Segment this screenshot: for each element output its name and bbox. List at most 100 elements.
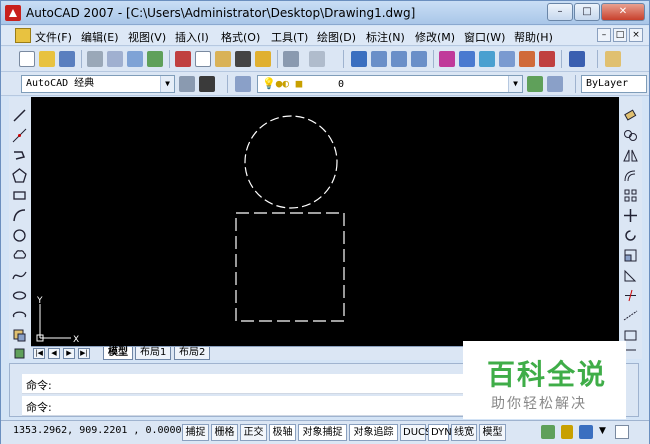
layer-properties-icon[interactable]: [235, 76, 251, 92]
layer-select[interactable]: 💡●◐ ■ 0 ▼: [257, 75, 523, 93]
insert-block-icon[interactable]: [12, 328, 27, 343]
menu-edit[interactable]: 编辑(E): [81, 29, 119, 45]
pan-icon[interactable]: [351, 51, 367, 67]
lineweight-button[interactable]: 线宽: [451, 424, 477, 441]
menu-window[interactable]: 窗口(W): [464, 29, 505, 45]
menu-dimension[interactable]: 标注(N): [366, 29, 405, 45]
trim-icon[interactable]: [623, 288, 638, 303]
coordinates-readout[interactable]: 1353.2962, 909.2201 , 0.0000: [13, 425, 182, 436]
menu-draw[interactable]: 绘图(D): [317, 29, 356, 45]
cut-icon[interactable]: [175, 51, 191, 67]
sheet-set-icon[interactable]: [499, 51, 515, 67]
ducs-button[interactable]: DUCS: [400, 424, 431, 441]
arc-icon[interactable]: [12, 208, 27, 223]
design-center-icon[interactable]: [459, 51, 475, 67]
document-icon[interactable]: [15, 28, 31, 43]
line-icon[interactable]: [12, 108, 27, 123]
menu-help[interactable]: 帮助(H): [514, 29, 553, 45]
prev-tab-icon[interactable]: ◀: [48, 348, 60, 359]
tab-layout1[interactable]: 布局1: [135, 347, 172, 360]
first-tab-icon[interactable]: |◀: [33, 348, 45, 359]
my-workspace-icon[interactable]: [199, 76, 215, 92]
ortho-button[interactable]: 正交: [240, 424, 267, 441]
color-control-select[interactable]: ByLayer: [581, 75, 647, 93]
open-icon[interactable]: [39, 51, 55, 67]
save-icon[interactable]: [59, 51, 75, 67]
paste-icon[interactable]: [215, 51, 231, 67]
communication-center-icon[interactable]: [541, 425, 555, 439]
revision-cloud-icon[interactable]: [12, 248, 27, 263]
text-style-icon[interactable]: [605, 51, 621, 67]
copy-icon[interactable]: [195, 51, 211, 67]
tool-palettes-icon[interactable]: [479, 51, 495, 67]
publish-icon[interactable]: [127, 51, 143, 67]
lock-icon[interactable]: [561, 425, 573, 439]
chevron-down-icon[interactable]: ▼: [508, 76, 522, 92]
help-icon[interactable]: [569, 51, 585, 67]
clean-screen-icon[interactable]: [615, 425, 629, 439]
spline-icon[interactable]: [12, 268, 27, 283]
menu-tools[interactable]: 工具(T): [271, 29, 308, 45]
mdi-close-button[interactable]: ×: [629, 28, 643, 42]
scale-icon[interactable]: [623, 248, 638, 263]
menu-file[interactable]: 文件(F): [35, 29, 72, 45]
copy-object-icon[interactable]: [623, 128, 638, 143]
workspace-select[interactable]: AutoCAD 经典 ▼: [21, 75, 175, 93]
chevron-down-icon[interactable]: ▼: [160, 76, 174, 92]
undo-icon[interactable]: [283, 51, 299, 67]
menu-insert[interactable]: 插入(I): [175, 29, 209, 45]
polar-button[interactable]: 极轴: [269, 424, 296, 441]
close-button[interactable]: ✕: [601, 3, 645, 21]
plot-preview-icon[interactable]: [107, 51, 123, 67]
toolbar-lock-icon[interactable]: [579, 425, 593, 439]
status-menu-chevron-icon[interactable]: ▼: [599, 426, 606, 436]
menu-modify[interactable]: 修改(M): [415, 29, 455, 45]
zoom-realtime-icon[interactable]: [371, 51, 387, 67]
maximize-button[interactable]: □: [574, 3, 600, 21]
dashed-square[interactable]: [235, 212, 345, 322]
layer-state-icons[interactable]: 💡●◐ ■: [262, 76, 332, 92]
match-properties-icon[interactable]: [235, 51, 251, 67]
polyline-icon[interactable]: [12, 148, 27, 163]
polygon-icon[interactable]: [12, 168, 27, 183]
workspace-settings-icon[interactable]: [179, 76, 195, 92]
move-icon[interactable]: [623, 208, 638, 223]
next-tab-icon[interactable]: ▶: [63, 348, 75, 359]
construction-line-icon[interactable]: [12, 128, 27, 143]
offset-icon[interactable]: [623, 168, 638, 183]
properties-icon[interactable]: [439, 51, 455, 67]
ellipse-icon[interactable]: [12, 288, 27, 303]
mirror-icon[interactable]: [623, 148, 638, 163]
erase-icon[interactable]: [623, 108, 638, 123]
autocad-app-icon[interactable]: [5, 5, 21, 21]
dyn-button[interactable]: DYN: [428, 424, 452, 441]
otrack-button[interactable]: 对象追踪: [349, 424, 398, 441]
osnap-button[interactable]: 对象捕捉: [298, 424, 347, 441]
markup-icon[interactable]: [519, 51, 535, 67]
menu-view[interactable]: 视图(V): [128, 29, 166, 45]
snap-button[interactable]: 捕捉: [182, 424, 209, 441]
block-editor-icon[interactable]: [255, 51, 271, 67]
model-space-button[interactable]: 模型: [479, 424, 506, 441]
tab-layout2[interactable]: 布局2: [174, 347, 211, 360]
make-block-icon[interactable]: [12, 346, 27, 361]
zoom-previous-icon[interactable]: [411, 51, 427, 67]
drawing-canvas[interactable]: Y X: [31, 97, 619, 346]
mdi-minimize-button[interactable]: –: [597, 28, 611, 42]
zoom-window-icon[interactable]: [391, 51, 407, 67]
layer-previous-icon[interactable]: [547, 76, 563, 92]
redo-icon[interactable]: [309, 51, 325, 67]
minimize-button[interactable]: –: [547, 3, 573, 21]
extend-icon[interactable]: [623, 308, 638, 323]
circle-icon[interactable]: [12, 228, 27, 243]
dashed-circle[interactable]: [244, 115, 338, 209]
make-object-layer-current-icon[interactable]: [527, 76, 543, 92]
new-icon[interactable]: [19, 51, 35, 67]
rotate-icon[interactable]: [623, 228, 638, 243]
menu-format[interactable]: 格式(O): [221, 29, 260, 45]
last-tab-icon[interactable]: ▶|: [78, 348, 90, 359]
rectangle-icon[interactable]: [12, 188, 27, 203]
grid-button[interactable]: 栅格: [211, 424, 238, 441]
array-icon[interactable]: [623, 188, 638, 203]
mdi-maximize-button[interactable]: □: [613, 28, 627, 42]
